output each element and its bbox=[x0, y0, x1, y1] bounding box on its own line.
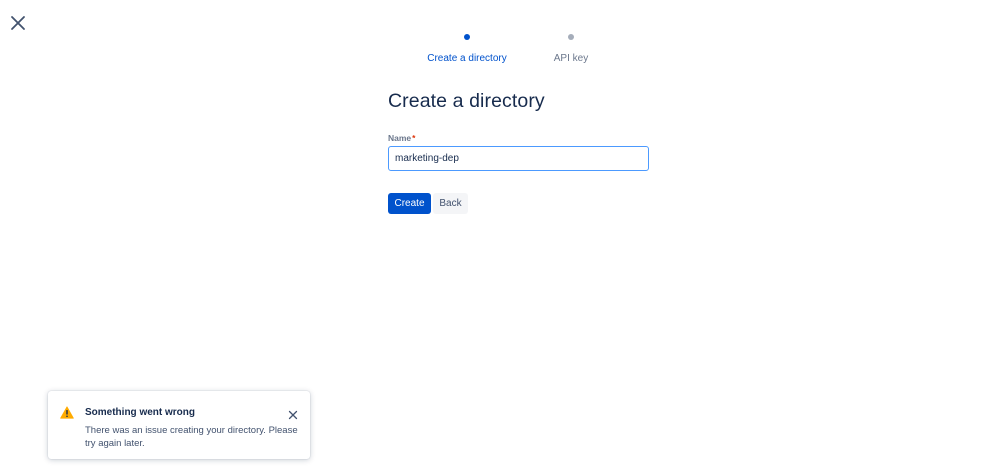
create-button[interactable]: Create bbox=[388, 193, 431, 214]
name-field-label: Name* bbox=[388, 133, 415, 143]
error-flag: Something went wrong There was an issue … bbox=[48, 391, 310, 459]
step-create-directory[interactable]: Create a directory bbox=[420, 34, 514, 64]
step-label: Create a directory bbox=[427, 53, 506, 64]
page-title: Create a directory bbox=[388, 90, 545, 113]
required-marker: * bbox=[412, 133, 415, 143]
flag-title: Something went wrong bbox=[85, 407, 195, 418]
step-active-dot bbox=[464, 34, 470, 40]
close-icon bbox=[288, 410, 298, 420]
flag-message: There was an issue creating your directo… bbox=[85, 424, 305, 450]
step-upcoming-dot bbox=[568, 34, 574, 40]
back-button[interactable]: Back bbox=[433, 193, 468, 214]
flag-dismiss-button[interactable] bbox=[288, 407, 298, 417]
create-directory-page: Create a directory API key Create a dire… bbox=[0, 0, 999, 467]
name-input[interactable] bbox=[388, 146, 649, 171]
step-label: API key bbox=[554, 53, 588, 64]
step-api-key: API key bbox=[544, 34, 598, 64]
close-icon bbox=[10, 15, 26, 31]
progress-tracker: Create a directory API key bbox=[420, 34, 610, 68]
warning-icon bbox=[60, 406, 74, 419]
name-label-text: Name bbox=[388, 133, 411, 143]
close-button[interactable] bbox=[8, 13, 28, 33]
